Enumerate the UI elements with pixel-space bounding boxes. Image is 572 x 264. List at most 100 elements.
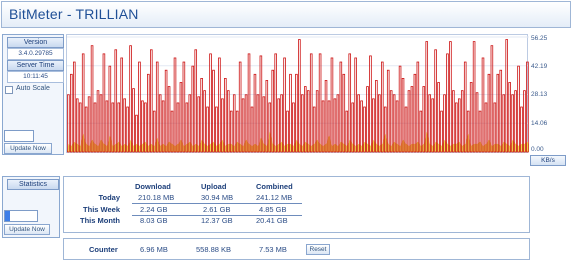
download-bar — [209, 53, 212, 153]
download-bar — [398, 65, 402, 153]
download-bar — [274, 53, 277, 153]
statistics-label: Statistics — [7, 179, 59, 190]
today-upload: 30.94 MB — [201, 193, 234, 202]
auto-scale-checkbox[interactable] — [5, 86, 13, 94]
week-combined: 4.85 GB — [259, 205, 287, 214]
ytick-label: 42.19 — [531, 63, 548, 70]
download-bar — [203, 90, 206, 153]
download-bar — [309, 53, 313, 153]
download-bar — [224, 78, 227, 153]
download-bar — [111, 102, 115, 153]
counter-label: Counter — [89, 245, 118, 254]
download-bar — [413, 73, 417, 153]
download-bar — [173, 57, 177, 153]
download-bar — [389, 90, 393, 153]
stats-update-now-button[interactable]: Update Now — [4, 224, 50, 235]
download-bar — [298, 39, 301, 153]
update-progress-bar — [4, 130, 34, 142]
download-bar — [490, 45, 494, 153]
row-label-today: Today — [98, 193, 120, 202]
download-bar — [472, 41, 476, 153]
download-bar — [375, 80, 378, 153]
download-bar — [437, 82, 440, 153]
download-bar — [496, 73, 500, 153]
version-label: Version — [7, 37, 64, 48]
download-bar — [321, 100, 325, 153]
download-bar — [446, 53, 449, 153]
download-bar — [422, 86, 426, 153]
window-title: BitMeter - TRILLIAN — [9, 6, 139, 22]
download-bar — [366, 86, 369, 153]
download-bar — [197, 96, 200, 153]
download-bar — [289, 73, 292, 153]
ytick-label: 56.25 — [531, 35, 548, 42]
stats-progress-fill — [5, 211, 10, 221]
month-upload: 12.37 GB — [201, 216, 233, 225]
download-bar — [452, 90, 455, 153]
ytick-label: 28.13 — [531, 91, 548, 98]
download-bar — [481, 57, 485, 153]
download-bar — [508, 82, 511, 153]
auto-scale-label: Auto Scale — [16, 85, 50, 92]
download-bar — [381, 61, 384, 153]
counter-upload: 558.88 KB — [196, 245, 232, 254]
download-bar — [182, 61, 186, 153]
update-now-button[interactable]: Update Now — [4, 143, 52, 154]
download-bar — [324, 80, 328, 153]
download-bar — [517, 65, 520, 153]
download-bar — [105, 100, 109, 153]
download-bar — [342, 73, 346, 153]
download-bar — [410, 86, 414, 153]
download-bar — [407, 90, 411, 153]
server-time-label: Server Time — [7, 60, 64, 71]
download-bar — [475, 92, 479, 153]
download-bar — [132, 88, 135, 153]
download-bar — [265, 80, 269, 153]
month-download: 8.03 GB — [140, 216, 168, 225]
download-bar — [499, 69, 503, 153]
week-download: 2.24 GB — [140, 205, 168, 214]
download-bar — [212, 69, 215, 153]
download-bar — [241, 98, 245, 153]
download-bar — [292, 102, 295, 153]
today-combined: 241.12 MB — [256, 193, 293, 202]
download-bar — [191, 65, 195, 153]
download-bar — [271, 69, 275, 153]
download-bar — [431, 98, 434, 153]
download-bar — [120, 57, 123, 153]
week-upload: 2.61 GB — [203, 205, 231, 214]
download-bar — [416, 61, 420, 153]
download-bar — [253, 73, 257, 153]
row-label-this-week: This Week — [83, 205, 120, 214]
row-divider — [132, 203, 302, 204]
download-bar — [463, 61, 467, 153]
download-bar — [129, 45, 132, 153]
bandwidth-chart-svg — [67, 36, 529, 153]
stats-table — [63, 176, 530, 233]
download-bar — [87, 96, 91, 153]
units-label: KB/s — [530, 155, 566, 166]
title-bar: BitMeter - TRILLIAN — [1, 1, 571, 28]
download-bar — [102, 53, 106, 153]
download-bar — [360, 100, 363, 153]
col-header-download: Download — [135, 182, 171, 191]
download-bar — [247, 53, 251, 153]
ytick-label: 0.00 — [531, 146, 544, 153]
download-bar — [164, 69, 168, 153]
download-bar — [306, 90, 310, 153]
download-bar — [348, 53, 352, 153]
download-bar — [460, 90, 464, 153]
download-bar — [523, 90, 526, 153]
download-bar — [339, 61, 343, 153]
download-bar — [126, 106, 129, 153]
ytick-label: 14.06 — [531, 120, 548, 127]
download-bar — [138, 61, 141, 153]
download-bar — [526, 61, 529, 153]
download-bar — [354, 57, 357, 153]
download-bar — [206, 106, 209, 153]
download-bar — [73, 61, 76, 153]
counter-panel — [63, 238, 530, 260]
bandwidth-chart — [66, 34, 529, 153]
reset-button[interactable]: Reset — [306, 244, 330, 255]
download-bar — [330, 57, 334, 153]
